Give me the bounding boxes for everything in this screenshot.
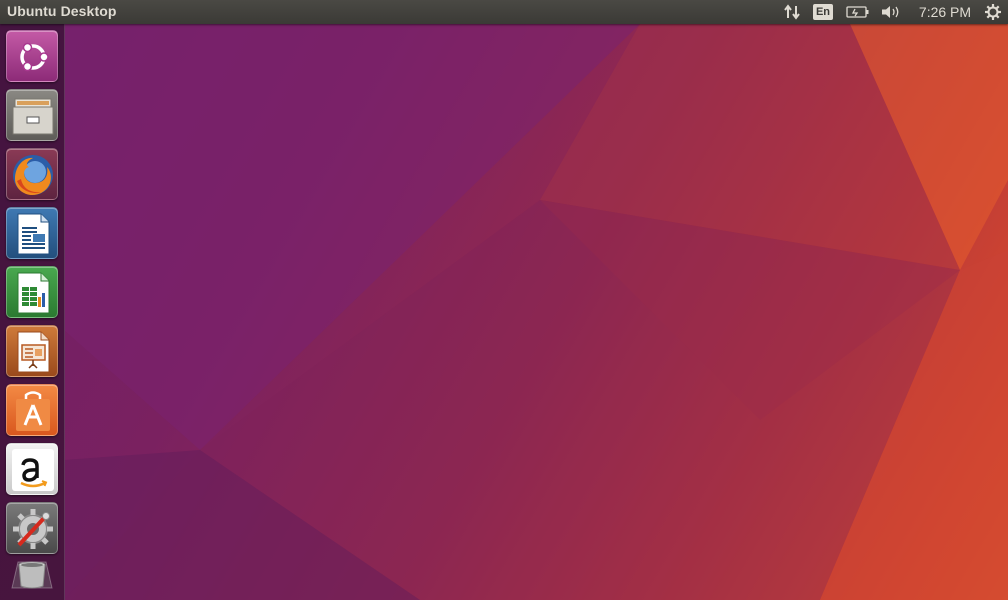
launcher-system-settings[interactable]: [6, 502, 58, 554]
keyboard-language-indicator[interactable]: En: [812, 0, 834, 24]
clock[interactable]: 7:26 PM: [912, 0, 978, 24]
writer-document-icon: [17, 213, 50, 255]
language-label: En: [813, 4, 833, 20]
launcher-files[interactable]: [6, 89, 58, 141]
volume-icon: [882, 6, 899, 18]
launcher-dash-home[interactable]: [6, 30, 58, 82]
session-menu[interactable]: [982, 0, 1004, 24]
wallpaper-shapes: [64, 24, 1008, 600]
launcher-trash[interactable]: [6, 558, 58, 594]
window-title: Ubuntu Desktop: [7, 3, 117, 19]
top-panel: Ubuntu Desktop En 7:26 PM: [0, 0, 1008, 24]
launcher-impress[interactable]: [6, 325, 58, 377]
launcher-writer[interactable]: [6, 207, 58, 259]
impress-presentation-icon: [17, 331, 50, 373]
battery-icon: [846, 6, 869, 18]
ubuntu-logo-icon: [20, 42, 49, 72]
launcher-calc[interactable]: [6, 266, 58, 318]
network-indicator[interactable]: [780, 0, 804, 24]
trash-icon: [11, 561, 53, 589]
session-gear-icon: [985, 4, 1001, 20]
launcher-firefox[interactable]: [6, 148, 58, 200]
launcher: [0, 24, 65, 600]
desktop-wallpaper[interactable]: [0, 0, 1008, 600]
launcher-amazon[interactable]: [6, 443, 58, 495]
calc-spreadsheet-icon: [17, 272, 50, 314]
file-cabinet-icon: [12, 98, 54, 135]
firefox-icon: [13, 155, 53, 196]
network-transfer-icon: [784, 4, 800, 20]
system-settings-icon: [13, 509, 53, 549]
volume-indicator[interactable]: [878, 0, 904, 24]
amazon-icon: [12, 449, 54, 491]
battery-indicator[interactable]: [844, 0, 872, 24]
launcher-ubuntu-software[interactable]: [6, 384, 58, 436]
software-bag-icon: [16, 391, 50, 431]
